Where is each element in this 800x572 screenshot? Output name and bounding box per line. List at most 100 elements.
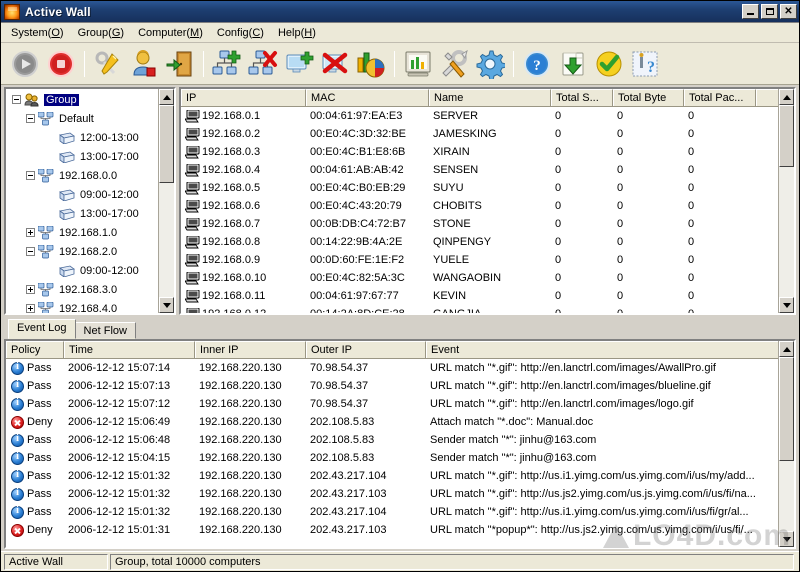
key-tools-button[interactable] — [90, 46, 126, 82]
column-header[interactable] — [756, 89, 778, 106]
event-log-row[interactable]: Deny 2006-12-12 15:06:49 192.168.220.130 20… — [6, 413, 778, 431]
log-scroll-track[interactable] — [779, 357, 794, 531]
event-log-row[interactable]: Pass 2006-12-12 15:07:14 192.168.220.130 70… — [6, 359, 778, 377]
tree-node[interactable]: 192.168.0.0 — [8, 166, 158, 185]
tab-event-log[interactable]: Event Log — [8, 319, 76, 339]
event-log-header[interactable]: Policy Time Inner IP Outer IP Event — [6, 341, 778, 359]
computer-row[interactable]: 192.168.0.3 00:E0:4C:B1:E8:6B XIRAIN 0 0 0 — [181, 143, 778, 161]
computer-row[interactable]: 192.168.0.5 00:E0:4C:B0:EB:29 SUYU 0 0 0 — [181, 179, 778, 197]
tree-toggle-root[interactable] — [12, 95, 21, 104]
list-scroll-up-button[interactable] — [779, 89, 794, 105]
column-header[interactable]: Total S... — [551, 89, 613, 106]
list-scroll-down-button[interactable] — [779, 297, 794, 313]
user-button[interactable] — [126, 46, 162, 82]
menu-item-system[interactable]: System(O) — [4, 25, 71, 41]
report-button[interactable] — [353, 46, 389, 82]
menu-item-computer[interactable]: Computer(M) — [131, 25, 210, 41]
column-header[interactable]: Inner IP — [195, 341, 306, 358]
help-button[interactable]: ? — [519, 46, 555, 82]
column-header[interactable]: Name — [429, 89, 551, 106]
event-log-row[interactable]: Pass 2006-12-12 15:06:48 192.168.220.130 20… — [6, 431, 778, 449]
column-header[interactable]: Time — [64, 341, 195, 358]
stop-button[interactable] — [43, 46, 79, 82]
computer-row[interactable]: 192.168.0.1200:14:2A:8D:CE:28GANGJIA000 — [181, 305, 778, 313]
log-scroll-down-button[interactable] — [779, 531, 794, 547]
tree-collapse-toggle[interactable] — [26, 247, 35, 256]
tree-node[interactable]: 13:00-17:00 — [8, 147, 158, 166]
column-header[interactable]: MAC — [306, 89, 429, 106]
tree-node[interactable]: 192.168.4.0 — [8, 299, 158, 313]
group-tree-panel[interactable]: Group Default 12:00-13:00 13:00-17:00 192.1… — [4, 87, 176, 315]
tree-scroll-down-button[interactable] — [159, 297, 174, 313]
tab-net-flow[interactable]: Net Flow — [74, 322, 136, 339]
tree-scroll-thumb[interactable] — [159, 105, 174, 183]
tree-expand-toggle[interactable] — [26, 285, 35, 294]
tree-collapse-toggle[interactable] — [26, 171, 35, 180]
computer-list-panel[interactable]: IP MAC Name Total S... Total Byte Total Pac..… — [179, 87, 796, 315]
computer-row[interactable]: 192.168.0.4 00:04:61:AB:AB:42 SENSEN 0 0 0 — [181, 161, 778, 179]
tree-node-root[interactable]: Group — [8, 90, 158, 109]
tools-button[interactable] — [436, 46, 472, 82]
menu-item-group[interactable]: Group(G) — [71, 25, 131, 41]
delete-group-button[interactable] — [245, 46, 281, 82]
tree-node[interactable]: 13:00-17:00 — [8, 204, 158, 223]
computer-list-body[interactable]: 192.168.0.1 00:04:61:97:EA:E3 SERVER 0 0 0 192… — [181, 107, 778, 313]
tree-collapse-toggle[interactable] — [26, 114, 35, 123]
menu-item-config[interactable]: Config(C) — [210, 25, 271, 41]
computer-row[interactable]: 192.168.0.8 00:14:22:9B:4A:2E QINPENGY 0 0 0 — [181, 233, 778, 251]
delete-computer-button[interactable] — [317, 46, 353, 82]
log-scroll-thumb[interactable] — [779, 357, 794, 461]
event-log-row[interactable]: Pass 2006-12-12 15:07:13 192.168.220.130 70… — [6, 377, 778, 395]
exit-button[interactable] — [162, 46, 198, 82]
tree-expand-toggle[interactable] — [26, 228, 35, 237]
event-log-row[interactable]: Pass 2006-12-12 15:07:12 192.168.220.130 70… — [6, 395, 778, 413]
column-header[interactable]: IP — [181, 89, 306, 106]
event-log-scrollbar[interactable] — [778, 341, 794, 547]
event-log-body[interactable]: Pass 2006-12-12 15:07:14 192.168.220.130 70… — [6, 359, 778, 547]
statistics-button[interactable] — [400, 46, 436, 82]
computer-row[interactable]: 192.168.0.9 00:0D:60:FE:1E:F2 YUELE 0 0 0 — [181, 251, 778, 269]
event-log-row[interactable]: Deny 2006-12-12 15:01:31 192.168.220.130 20… — [6, 521, 778, 539]
column-header[interactable]: Outer IP — [306, 341, 426, 358]
log-scroll-up-button[interactable] — [779, 341, 794, 357]
tree-scroll-up-button[interactable] — [159, 89, 174, 105]
settings-button[interactable] — [472, 46, 508, 82]
download-button[interactable] — [555, 46, 591, 82]
computer-row[interactable]: 192.168.0.11 00:04:61:97:67:77 KEVIN 0 0 0 — [181, 287, 778, 305]
minimize-button[interactable] — [742, 4, 759, 19]
column-header[interactable]: Total Byte — [613, 89, 684, 106]
tree-node[interactable]: 09:00-12:00 — [8, 261, 158, 280]
computer-row[interactable]: 192.168.0.10 00:E0:4C:82:5A:3C WANGAOBIN 0 0… — [181, 269, 778, 287]
computer-list-header[interactable]: IP MAC Name Total S... Total Byte Total Pac..… — [181, 89, 778, 107]
event-log-panel[interactable]: PolicyTimeInner IPOuter IPEvent Pass 2006… — [4, 339, 796, 549]
about-button[interactable]: ? — [627, 46, 663, 82]
column-header[interactable]: Event — [426, 341, 778, 358]
tree-node[interactable]: Default — [8, 109, 158, 128]
tree-expand-toggle[interactable] — [26, 304, 35, 313]
computer-list-scrollbar[interactable] — [778, 89, 794, 313]
tree-node[interactable]: 192.168.2.0 — [8, 242, 158, 261]
computer-row[interactable]: 192.168.0.2 00:E0:4C:3D:32:BE JAMESKING 0 0 0 — [181, 125, 778, 143]
event-log-row[interactable]: Pass 2006-12-12 15:01:32 192.168.220.130 20… — [6, 467, 778, 485]
event-log-row[interactable]: Pass 2006-12-12 15:01:32 192.168.220.130 20… — [6, 503, 778, 521]
tree-node[interactable]: 12:00-13:00 — [8, 128, 158, 147]
list-scroll-track[interactable] — [779, 105, 794, 297]
tree-node[interactable]: 09:00-12:00 — [8, 185, 158, 204]
tree-scrollbar[interactable] — [158, 89, 174, 313]
computer-row[interactable]: 192.168.0.6 00:E0:4C:43:20:79 CHOBITS 0 0 0 — [181, 197, 778, 215]
list-scroll-thumb[interactable] — [779, 105, 794, 167]
column-header[interactable]: Total Pac... — [684, 89, 756, 106]
group-tree[interactable]: Group Default 12:00-13:00 13:00-17:00 192.1… — [6, 89, 158, 313]
menu-item-help[interactable]: Help(H) — [271, 25, 323, 41]
start-button[interactable] — [7, 46, 43, 82]
check-update-button[interactable] — [591, 46, 627, 82]
column-header[interactable]: Policy — [6, 341, 64, 358]
event-log-row[interactable]: Pass 2006-12-12 15:04:15 192.168.220.130 20… — [6, 449, 778, 467]
tree-node[interactable]: 192.168.3.0 — [8, 280, 158, 299]
add-group-button[interactable] — [209, 46, 245, 82]
tree-scroll-track[interactable] — [159, 105, 174, 297]
tree-node[interactable]: 192.168.1.0 — [8, 223, 158, 242]
close-button[interactable]: ✕ — [780, 4, 797, 19]
add-computer-button[interactable] — [281, 46, 317, 82]
computer-row[interactable]: 192.168.0.1 00:04:61:97:EA:E3 SERVER 0 0 0 — [181, 107, 778, 125]
